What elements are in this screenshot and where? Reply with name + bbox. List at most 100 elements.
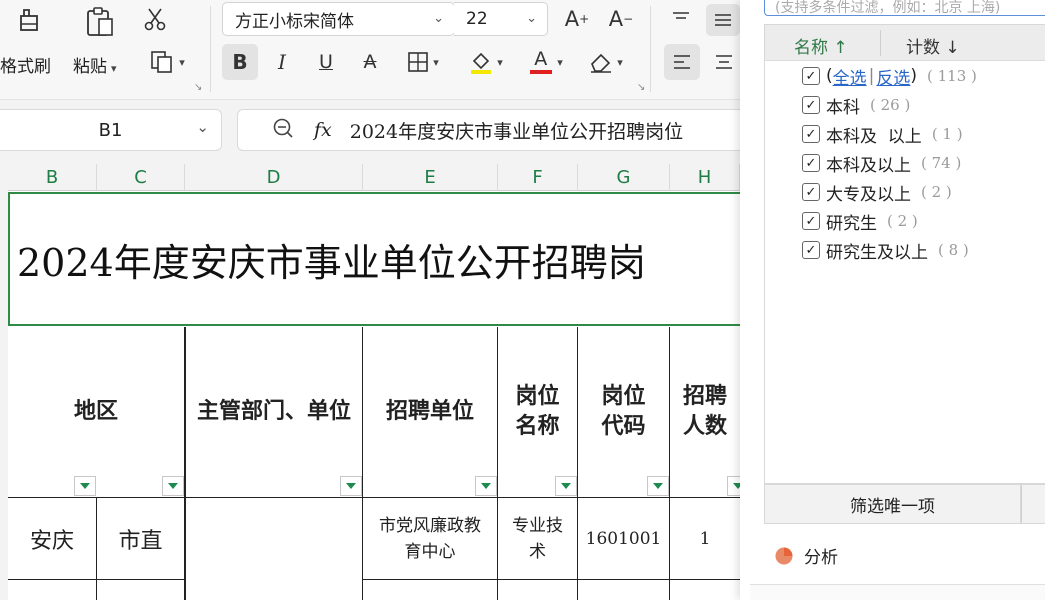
font-size-select[interactable]: 22 ⌄ bbox=[454, 2, 548, 36]
filter-dropdown-e[interactable] bbox=[475, 476, 497, 496]
shrink-font-button[interactable]: A − bbox=[606, 4, 636, 34]
align-center-button[interactable] bbox=[708, 44, 740, 80]
font-expand-icon[interactable]: ↘ bbox=[637, 82, 645, 93]
paste-button[interactable]: 粘贴 ▾ bbox=[73, 52, 117, 77]
grow-font-button[interactable]: A + bbox=[562, 4, 592, 34]
cell-unit[interactable]: 市党风廉政教 育中心 bbox=[363, 498, 498, 580]
sort-by-name-button[interactable]: 名称 ↑ bbox=[794, 33, 848, 58]
header-region[interactable]: 地区 bbox=[8, 327, 185, 498]
copy-button[interactable]: ▾ bbox=[142, 46, 192, 78]
cell-region[interactable]: 安庆 bbox=[8, 498, 97, 580]
filter-item[interactable]: 大专及以上 ( 2 ) bbox=[826, 178, 952, 206]
column-header-c[interactable]: C bbox=[97, 164, 185, 191]
header-dept[interactable]: 主管部门、单位 bbox=[185, 327, 363, 498]
font-color-button[interactable]: A ▾ bbox=[522, 44, 570, 80]
cell-city[interactable]: 市直 bbox=[97, 498, 185, 580]
header-region-label: 地区 bbox=[73, 399, 118, 424]
clear-format-button[interactable]: ▾ bbox=[582, 44, 630, 80]
font-name-select[interactable]: 方正小标宋简体 ⌄ bbox=[222, 2, 455, 36]
header-unit[interactable]: 招聘单位 bbox=[363, 327, 498, 498]
filter-item-label: 本科及 以上 bbox=[826, 126, 922, 147]
shrink-font-icon: A bbox=[608, 7, 624, 31]
header-post-name-line1: 岗位 bbox=[515, 384, 560, 409]
header-post-code[interactable]: 岗位 代码 bbox=[578, 327, 670, 498]
column-header-e[interactable]: E bbox=[363, 164, 498, 191]
header-unit-label: 招聘单位 bbox=[385, 399, 474, 424]
filter-item-checkbox[interactable]: ✓ bbox=[802, 125, 820, 143]
filter-extra-button[interactable] bbox=[1021, 484, 1045, 524]
cell-region-value: 安庆 bbox=[29, 528, 74, 554]
filter-item-checkbox[interactable]: ✓ bbox=[802, 96, 820, 114]
filter-item[interactable]: 本科 ( 26 ) bbox=[826, 91, 910, 119]
filter-item-label: 大专及以上 bbox=[826, 184, 911, 205]
zoom-icon[interactable] bbox=[272, 117, 294, 144]
ribbon-toolbar: 格式刷 粘贴 ▾ ▾ ↘ 方正小标宋简体 ⌄ 22 ⌄ A + A − B I U A… bbox=[0, 0, 740, 100]
cell-count[interactable]: 1 bbox=[670, 498, 740, 580]
column-header-b[interactable]: B bbox=[8, 164, 97, 191]
cell-next-row[interactable] bbox=[578, 580, 670, 600]
filter-unique-button[interactable]: 筛选唯一项 bbox=[764, 484, 1021, 524]
analysis-button[interactable]: 分析 bbox=[774, 543, 838, 568]
filter-item-checkbox[interactable]: ✓ bbox=[802, 183, 820, 201]
filter-search-input[interactable]: (支持多条件过滤，例如：北京 上海) bbox=[764, 0, 1045, 16]
filter-dropdown-b[interactable] bbox=[74, 476, 96, 496]
border-button[interactable]: ▾ bbox=[400, 44, 446, 80]
column-header-d[interactable]: D bbox=[185, 164, 363, 191]
filter-dropdown-d[interactable] bbox=[340, 476, 362, 496]
filter-dropdown-c[interactable] bbox=[162, 476, 184, 496]
filter-item-count: ( 8 ) bbox=[938, 241, 969, 259]
name-box[interactable]: B1 ⌄ bbox=[0, 109, 222, 151]
chevron-down-icon: ⌄ bbox=[196, 118, 209, 136]
fill-color-button[interactable]: ▾ bbox=[462, 44, 510, 80]
chevron-down-icon: ⌄ bbox=[433, 11, 444, 26]
sheet-title-cell[interactable]: 2024年度安庆市事业单位公开招聘岗 bbox=[8, 192, 748, 326]
filter-item[interactable]: 本科及以上 ( 74 ) bbox=[826, 149, 961, 177]
cell-post[interactable]: 专业技术 bbox=[498, 498, 578, 580]
cell-next-row[interactable] bbox=[670, 580, 740, 600]
cell-next-row[interactable] bbox=[363, 580, 498, 600]
filter-item-checkbox[interactable]: ✓ bbox=[802, 212, 820, 230]
font-size-value: 22 bbox=[466, 9, 488, 29]
align-middle-button[interactable] bbox=[706, 4, 740, 36]
filter-item-checkbox[interactable]: ✓ bbox=[802, 154, 820, 172]
column-header-h[interactable]: H bbox=[670, 164, 740, 191]
cell-next-row[interactable] bbox=[8, 580, 97, 600]
select-all-link[interactable]: 全选 bbox=[833, 64, 867, 89]
chevron-down-icon: ▾ bbox=[179, 55, 185, 69]
link-separator: | bbox=[868, 66, 875, 86]
align-top-icon bbox=[673, 12, 689, 19]
align-left-button[interactable] bbox=[664, 44, 700, 80]
fx-icon[interactable]: fx bbox=[314, 119, 332, 141]
select-all-checkbox[interactable]: ✓ bbox=[802, 67, 820, 85]
filter-item[interactable]: 本科及 以上 ( 1 ) bbox=[826, 120, 963, 148]
format-painter-label[interactable]: 格式刷 bbox=[0, 52, 51, 77]
filter-item-count: ( 2 ) bbox=[887, 212, 918, 230]
format-painter-icon[interactable] bbox=[12, 4, 46, 38]
header-count[interactable]: 招聘 人数 bbox=[670, 327, 740, 498]
paste-icon[interactable] bbox=[82, 4, 118, 40]
filter-item[interactable]: 研究生 ( 2 ) bbox=[826, 207, 918, 235]
invert-selection-link[interactable]: 反选 bbox=[876, 64, 910, 89]
clipboard-expand-icon[interactable]: ↘ bbox=[194, 82, 202, 93]
filter-dropdown-g[interactable] bbox=[647, 476, 669, 496]
strikethrough-button[interactable]: A bbox=[354, 44, 386, 80]
cut-icon[interactable] bbox=[140, 4, 170, 34]
cell-code[interactable]: 1601001 bbox=[578, 498, 670, 580]
header-post-name[interactable]: 岗位 名称 bbox=[498, 327, 578, 498]
sort-name-label: 名称 bbox=[794, 38, 828, 58]
paren-open: ( bbox=[826, 66, 833, 86]
align-top-button[interactable] bbox=[664, 4, 698, 34]
cell-next-row[interactable] bbox=[498, 580, 578, 600]
filter-dropdown-f[interactable] bbox=[555, 476, 577, 496]
cell-next-row[interactable] bbox=[97, 580, 185, 600]
column-header-f[interactable]: F bbox=[498, 164, 578, 191]
cell-dept[interactable] bbox=[185, 498, 363, 600]
formula-input[interactable]: fx 2024年度安庆市事业单位公开招聘岗位 bbox=[237, 109, 757, 151]
bold-button[interactable]: B bbox=[222, 44, 258, 80]
filter-item-checkbox[interactable]: ✓ bbox=[802, 241, 820, 259]
column-header-g[interactable]: G bbox=[578, 164, 670, 191]
filter-item[interactable]: 研究生及以上 ( 8 ) bbox=[826, 236, 969, 264]
italic-button[interactable]: I bbox=[266, 44, 298, 80]
underline-button[interactable]: U bbox=[310, 44, 342, 80]
sort-by-count-button[interactable]: 计数 ↓ bbox=[906, 33, 960, 58]
